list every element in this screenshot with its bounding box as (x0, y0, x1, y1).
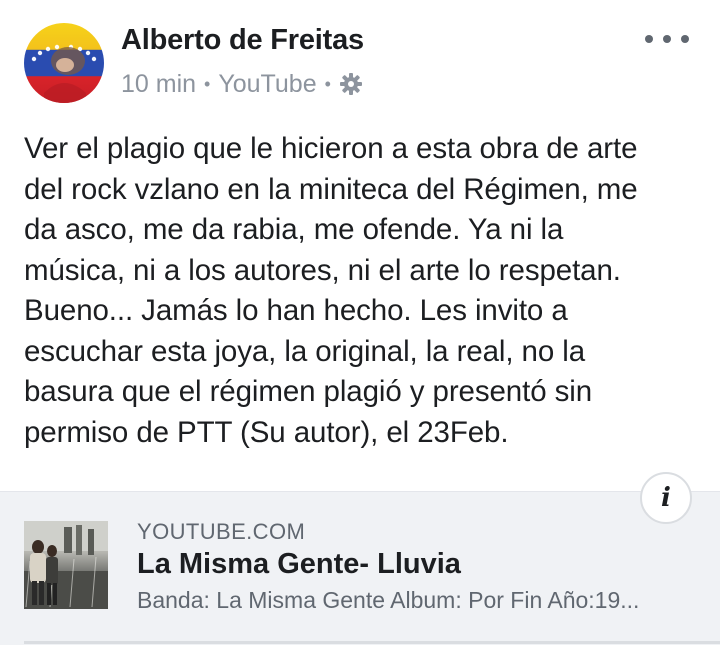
author-name[interactable]: Alberto de Freitas (121, 24, 364, 57)
post-source[interactable]: YouTube (218, 70, 316, 99)
post-meta: 10 min • YouTube • (121, 68, 363, 100)
info-icon[interactable]: i (640, 472, 692, 524)
separator-dot: • (324, 73, 331, 94)
avatar[interactable] (24, 23, 104, 103)
thumbnail-image (24, 521, 108, 609)
link-description: Banda: La Misma Gente Album: Por Fin Año… (137, 587, 640, 613)
avatar-photo (31, 44, 97, 103)
more-dot (645, 35, 653, 43)
facebook-post: Alberto de Freitas 10 min • YouTube • Ve… (0, 0, 720, 645)
link-thumbnail[interactable] (24, 521, 108, 609)
link-domain: YOUTUBE.COM (137, 519, 306, 544)
link-title[interactable]: La Misma Gente- Lluvia (137, 548, 461, 581)
more-dot (681, 35, 689, 43)
gear-icon[interactable] (339, 72, 363, 96)
more-options-icon[interactable] (645, 27, 689, 51)
separator-dot: • (204, 73, 211, 94)
post-text: Ver el plagio que le hicieron a esta obr… (24, 132, 638, 449)
post-time[interactable]: 10 min (121, 70, 196, 99)
more-dot (663, 35, 671, 43)
